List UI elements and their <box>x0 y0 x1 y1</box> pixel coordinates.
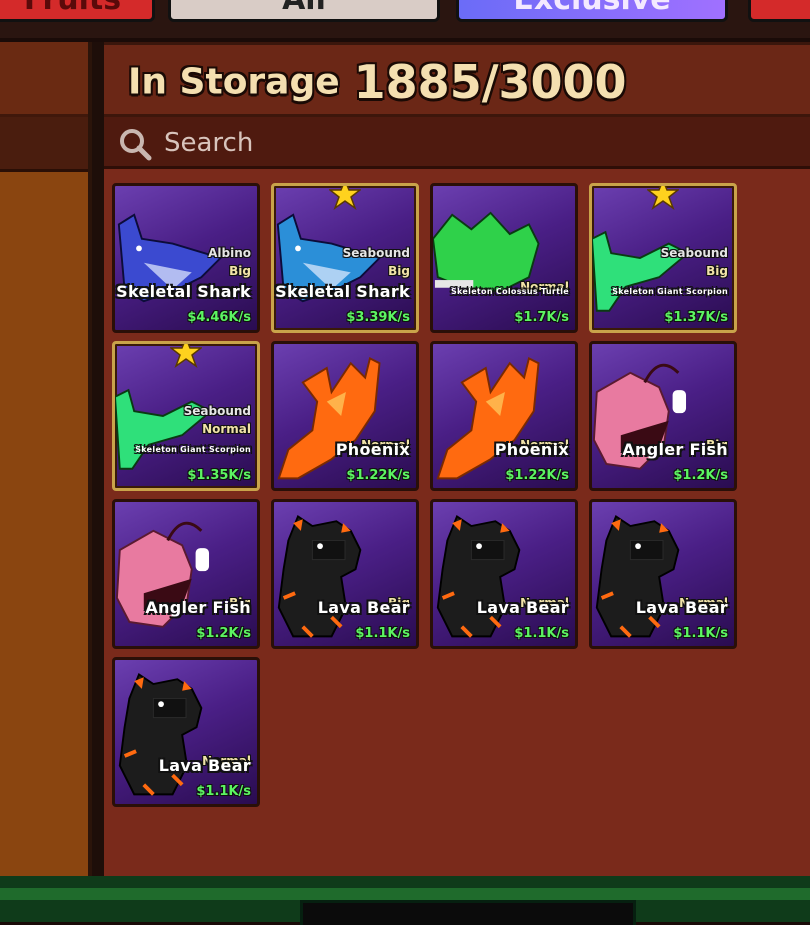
pet-card[interactable]: Normal Phoenix $1.22K/s <box>271 341 419 491</box>
tab-fruits[interactable]: Fruits <box>0 0 155 22</box>
pet-name: Lava Bear <box>635 598 728 617</box>
pet-size: Big <box>229 264 251 278</box>
search-input[interactable] <box>162 125 766 161</box>
pet-rate: $1.7K/s <box>514 310 569 325</box>
pet-name: Skeletal Shark <box>275 282 410 301</box>
pet-rate: $3.39K/s <box>346 310 410 325</box>
pet-card[interactable]: Big Angler Fish $1.2K/s <box>112 499 260 649</box>
pet-rate: $1.22K/s <box>346 468 410 483</box>
left-panel-body[interactable] <box>0 172 88 876</box>
angler-art <box>115 521 210 628</box>
pet-rate: $1.1K/s <box>514 626 569 641</box>
pet-rate: $1.35K/s <box>187 468 251 483</box>
category-tab-bar: Fruits All Exclusive <box>0 0 810 38</box>
pet-rate: $1.1K/s <box>673 626 728 641</box>
pet-name: Skeleton Giant Scorpion <box>135 445 251 454</box>
panel-divider <box>92 42 104 876</box>
pet-variant: Seabound <box>342 246 410 260</box>
pet-variant: Seabound <box>660 246 728 260</box>
left-panel <box>0 42 92 876</box>
pet-card[interactable]: Albino Big Skeletal Shark $4.46K/s <box>112 183 260 333</box>
bottom-strip <box>0 888 810 900</box>
pet-variant: Albino <box>208 246 251 260</box>
favorite-star-icon <box>647 186 679 210</box>
pet-name: Lava Bear <box>476 598 569 617</box>
bear-art <box>436 514 521 638</box>
pet-name: Skeletal Shark <box>116 282 251 301</box>
pet-name: Skeleton Colossus Turtle <box>450 287 569 296</box>
bear-art <box>277 514 362 638</box>
bottom-button[interactable] <box>300 900 636 925</box>
pet-variant: Seabound <box>183 404 251 418</box>
pet-size: Big <box>388 264 410 278</box>
bear-art <box>118 672 203 796</box>
pet-card[interactable]: Normal Lava Bear $1.1K/s <box>430 499 578 649</box>
pet-rate: $1.1K/s <box>355 626 410 641</box>
pet-name: Angler Fish <box>622 440 728 459</box>
pet-rate: $1.37K/s <box>664 310 728 325</box>
phoenix-art <box>436 357 540 480</box>
pet-card[interactable]: Normal Lava Bear $1.1K/s <box>112 657 260 807</box>
pet-name: Phoenix <box>494 440 569 459</box>
pet-name: Skeleton Giant Scorpion <box>612 287 728 296</box>
pet-name: Lava Bear <box>158 756 251 775</box>
pet-card[interactable]: Big Angler Fish $1.2K/s <box>589 341 737 491</box>
favorite-star-icon <box>170 344 202 368</box>
search-icon <box>120 129 152 161</box>
pet-name: Phoenix <box>335 440 410 459</box>
tab-all[interactable]: All <box>168 0 440 22</box>
left-panel-search <box>0 117 88 172</box>
pet-rate: $1.2K/s <box>673 468 728 483</box>
bottom-bar <box>0 876 810 925</box>
pet-rate: $4.46K/s <box>187 310 251 325</box>
pet-card[interactable]: Normal Lava Bear $1.1K/s <box>589 499 737 649</box>
pet-card[interactable]: Normal Phoenix $1.22K/s <box>430 341 578 491</box>
turtle-art <box>433 211 540 293</box>
pet-card[interactable]: Seabound Big Skeleton Giant Scorpion $1.37K… <box>589 183 737 333</box>
pet-card[interactable]: Seabound Big Skeletal Shark $3.39K/s <box>271 183 419 333</box>
bear-art <box>595 514 680 638</box>
pet-size: Normal <box>202 422 251 436</box>
phoenix-art <box>277 357 381 480</box>
tab-extra[interactable] <box>748 0 810 22</box>
pet-size: Big <box>706 264 728 278</box>
storage-label: In Storage <box>128 61 340 103</box>
storage-panel: In Storage 1885/3000 Albino Big Skeletal Sh… <box>104 42 810 876</box>
pet-card[interactable]: Big Lava Bear $1.1K/s <box>271 499 419 649</box>
favorite-star-icon <box>329 186 361 210</box>
search-bar <box>104 117 810 169</box>
pet-name: Angler Fish <box>145 598 251 617</box>
pet-name: Lava Bear <box>317 598 410 617</box>
pet-rate: $1.1K/s <box>196 784 251 799</box>
tab-exclusive[interactable]: Exclusive <box>456 0 728 22</box>
storage-title: In Storage 1885/3000 <box>128 55 627 109</box>
angler-art <box>592 363 687 470</box>
storage-count: 1885/3000 <box>353 55 627 109</box>
pet-card[interactable]: Seabound Normal Skeleton Giant Scorpion $1.… <box>112 341 260 491</box>
pet-card[interactable]: Normal Skeleton Colossus Turtle $1.7K/s <box>430 183 578 333</box>
storage-header: In Storage 1885/3000 <box>104 45 810 117</box>
left-panel-header <box>0 42 88 117</box>
pet-rate: $1.2K/s <box>196 626 251 641</box>
pet-rate: $1.22K/s <box>505 468 569 483</box>
